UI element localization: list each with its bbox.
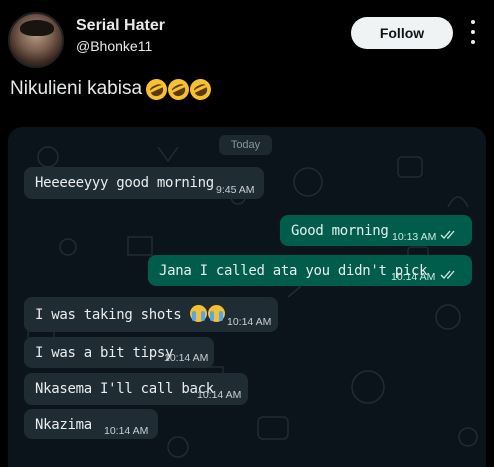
tweet-header: Serial Hater @Bhonke11 Follow xyxy=(0,0,494,72)
message-text: I was taking shots xyxy=(35,305,226,323)
message-bubble-outgoing[interactable]: Good morning 10:13 AM xyxy=(280,215,472,246)
message-time: 10:14 AM xyxy=(391,271,436,283)
message-text: Heeeeeyyy good morning xyxy=(35,175,214,191)
date-divider: Today xyxy=(219,135,272,155)
message-text: I was a bit tipsy xyxy=(35,345,174,361)
avatar[interactable] xyxy=(8,12,64,68)
tweet-text-content: Nikulieni kabisa xyxy=(10,78,143,99)
message-text: Nkazima xyxy=(35,417,92,433)
message-bubble-incoming[interactable]: Nkasema I'll call back 10:14 AM xyxy=(24,373,248,405)
author-handle[interactable]: @Bhonke11 xyxy=(76,38,152,54)
message-bubble-incoming[interactable]: I was taking shots 10:14 AM xyxy=(24,297,278,332)
tweet-emojis xyxy=(142,75,215,103)
follow-button[interactable]: Follow xyxy=(351,17,453,49)
loudly-crying-emoji-icon xyxy=(208,305,226,322)
message-text-content: I was taking shots xyxy=(35,307,182,323)
message-time: 10:14 AM xyxy=(104,425,149,437)
double-check-icon xyxy=(440,230,455,239)
message-text: Jana I called ata you didn't pick xyxy=(159,263,428,279)
message-text: Nkasema I'll call back xyxy=(35,381,214,397)
author-name[interactable]: Serial Hater xyxy=(76,17,165,35)
rofl-emoji-icon xyxy=(164,75,193,103)
message-time: 10:14 AM xyxy=(227,316,272,328)
message-time: 10:13 AM xyxy=(392,231,437,243)
double-check-icon xyxy=(440,270,455,279)
message-bubble-outgoing[interactable]: Jana I called ata you didn't pick 10:14 … xyxy=(148,255,472,286)
loudly-crying-emoji-icon xyxy=(190,305,208,322)
message-bubble-incoming[interactable]: Nkazima 10:14 AM xyxy=(24,409,158,439)
message-bubble-incoming[interactable]: I was a bit tipsy 10:14 AM xyxy=(24,337,214,368)
chat-screenshot: Today Heeeeeyyy good morning 9:45 AM Goo… xyxy=(8,127,486,467)
rofl-emoji-icon xyxy=(186,75,215,103)
message-time: 9:45 AM xyxy=(216,184,255,196)
message-time: 10:14 AM xyxy=(164,352,209,364)
message-text: Good morning xyxy=(291,223,389,239)
message-time: 10:14 AM xyxy=(197,389,242,401)
more-options-icon[interactable] xyxy=(465,20,481,44)
tweet-text: Nikulieni kabisa xyxy=(10,75,215,103)
rofl-emoji-icon xyxy=(142,75,171,103)
message-bubble-incoming[interactable]: Heeeeeyyy good morning 9:45 AM xyxy=(24,167,264,199)
